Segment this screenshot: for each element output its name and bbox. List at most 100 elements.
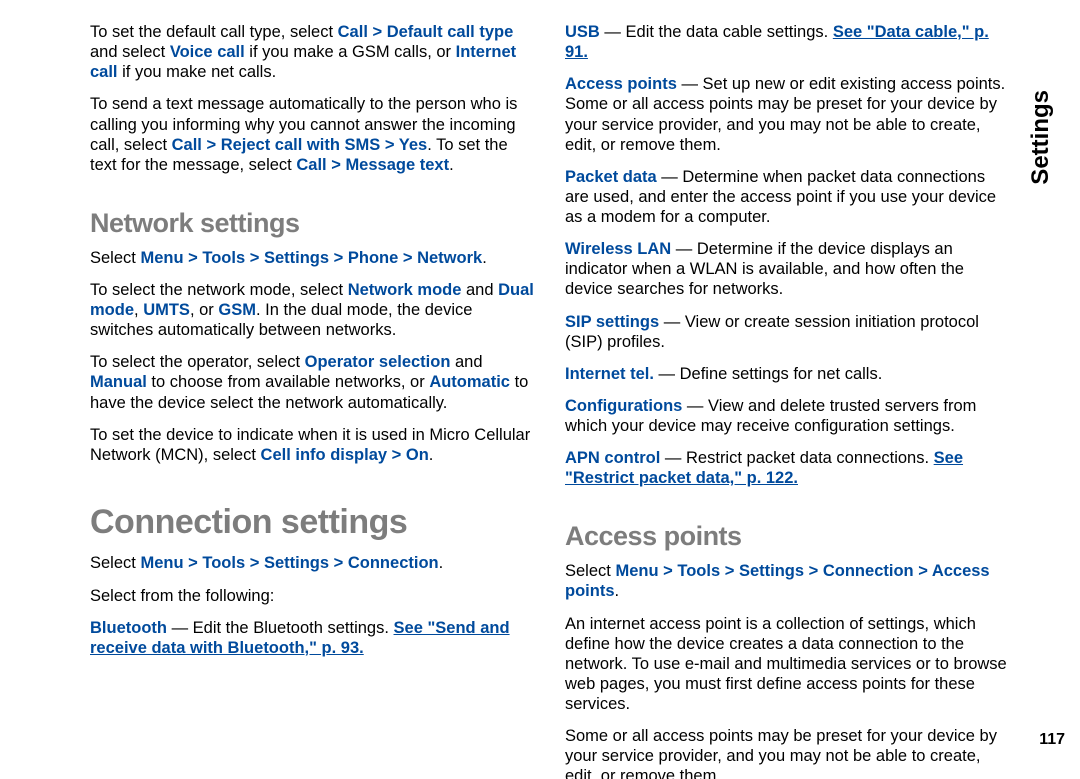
definition-item: APN control — Restrict packet data conne… [565, 448, 1010, 488]
ui-term: Message text [345, 156, 449, 174]
left-column: To set the default call type, select Cal… [90, 22, 535, 749]
ui-term: Network mode [348, 281, 462, 299]
ui-term: Internet tel. [565, 365, 654, 383]
ui-term: Network [417, 249, 482, 267]
ui-term: Wireless LAN [565, 240, 671, 258]
ui-term: Call [338, 23, 368, 41]
definition-item: Access points — Set up new or edit exist… [565, 74, 1010, 155]
text: . [482, 249, 487, 267]
definition-item: Wireless LAN — Determine if the device d… [565, 239, 1010, 299]
text: to choose from available networks, or [147, 373, 429, 391]
text: , [134, 301, 143, 319]
ui-term: Tools [202, 249, 245, 267]
text: and [450, 353, 482, 371]
ui-term: Yes [399, 136, 427, 154]
ui-term: Automatic [429, 373, 510, 391]
ui-term: Tools [202, 554, 245, 572]
separator: > [184, 554, 203, 572]
ui-term: Connection [348, 554, 439, 572]
separator: > [720, 562, 739, 580]
text: Select [90, 554, 140, 572]
page-number: 117 [1039, 731, 1065, 749]
definition-item: Bluetooth — Edit the Bluetooth settings.… [90, 618, 535, 658]
two-column-layout: To set the default call type, select Cal… [90, 22, 1010, 749]
separator: > [245, 554, 264, 572]
separator: > [329, 249, 348, 267]
text: and [461, 281, 498, 299]
paragraph: To set the device to indicate when it is… [90, 425, 535, 465]
ui-term: GSM [218, 301, 256, 319]
separator: > [380, 136, 399, 154]
separator: > [387, 446, 406, 464]
paragraph: Some or all access points may be preset … [565, 726, 1010, 779]
ui-term: SIP settings [565, 313, 659, 331]
text: and select [90, 43, 170, 61]
definition-item: Packet data — Determine when packet data… [565, 167, 1010, 227]
separator: > [914, 562, 932, 580]
separator: > [202, 136, 221, 154]
heading-network-settings: Network settings [90, 207, 535, 240]
text: . [439, 554, 444, 572]
ui-term: Connection [823, 562, 914, 580]
ui-term: Cell info display [261, 446, 388, 464]
definition-item: Internet tel. — Define settings for net … [565, 364, 1010, 384]
definition-item: USB — Edit the data cable settings. See … [565, 22, 1010, 62]
right-column: USB — Edit the data cable settings. See … [565, 22, 1010, 749]
paragraph: An internet access point is a collection… [565, 614, 1010, 715]
paragraph: Select Menu > Tools > Settings > Phone >… [90, 248, 535, 268]
separator: > [329, 554, 348, 572]
ui-term: Call [172, 136, 202, 154]
ui-term: Phone [348, 249, 398, 267]
separator: > [398, 249, 417, 267]
text: . [429, 446, 434, 464]
section-tab-label: Settings [1027, 90, 1055, 185]
ui-term: Bluetooth [90, 619, 167, 637]
ui-term: Settings [264, 554, 329, 572]
ui-term: Settings [264, 249, 329, 267]
text: Select [565, 562, 615, 580]
ui-term: Voice call [170, 43, 245, 61]
paragraph: To select the network mode, select Netwo… [90, 280, 535, 340]
text: — Edit the Bluetooth settings. [167, 619, 394, 637]
text: . [615, 582, 620, 600]
text: To select the network mode, select [90, 281, 348, 299]
ui-term: On [406, 446, 429, 464]
text: — Restrict packet data connections. [660, 449, 933, 467]
ui-term: Menu [140, 249, 183, 267]
separator: > [368, 23, 387, 41]
ui-term: Reject call with SMS [221, 136, 381, 154]
paragraph: To send a text message automatically to … [90, 94, 535, 175]
text: To set the default call type, select [90, 23, 338, 41]
ui-term: UMTS [143, 301, 190, 319]
ui-term: Operator selection [305, 353, 451, 371]
separator: > [327, 156, 346, 174]
document-page: Settings 117 To set the default call typ… [0, 0, 1080, 779]
paragraph: Select from the following: [90, 586, 535, 606]
text: Select [90, 249, 140, 267]
ui-term: Menu [140, 554, 183, 572]
text: , or [190, 301, 218, 319]
paragraph: To select the operator, select Operator … [90, 352, 535, 412]
ui-term: APN control [565, 449, 660, 467]
paragraph: To set the default call type, select Cal… [90, 22, 535, 82]
paragraph: Select Menu > Tools > Settings > Connect… [565, 561, 1010, 601]
ui-term: Menu [615, 562, 658, 580]
ui-term: Tools [677, 562, 720, 580]
ui-term: Manual [90, 373, 147, 391]
ui-term: Access points [565, 75, 677, 93]
ui-term: Settings [739, 562, 804, 580]
definition-item: Configurations — View and delete trusted… [565, 396, 1010, 436]
separator: > [804, 562, 823, 580]
text: — Edit the data cable settings. [600, 23, 833, 41]
text: — Define settings for net calls. [654, 365, 882, 383]
ui-term: Packet data [565, 168, 657, 186]
text: To select the operator, select [90, 353, 305, 371]
ui-term: USB [565, 23, 600, 41]
paragraph: Select Menu > Tools > Settings > Connect… [90, 553, 535, 573]
heading-connection-settings: Connection settings [90, 502, 535, 543]
ui-term: Configurations [565, 397, 682, 415]
ui-term: Call [296, 156, 326, 174]
ui-term: Default call type [387, 23, 514, 41]
separator: > [659, 562, 678, 580]
text: if you make a GSM calls, or [245, 43, 456, 61]
